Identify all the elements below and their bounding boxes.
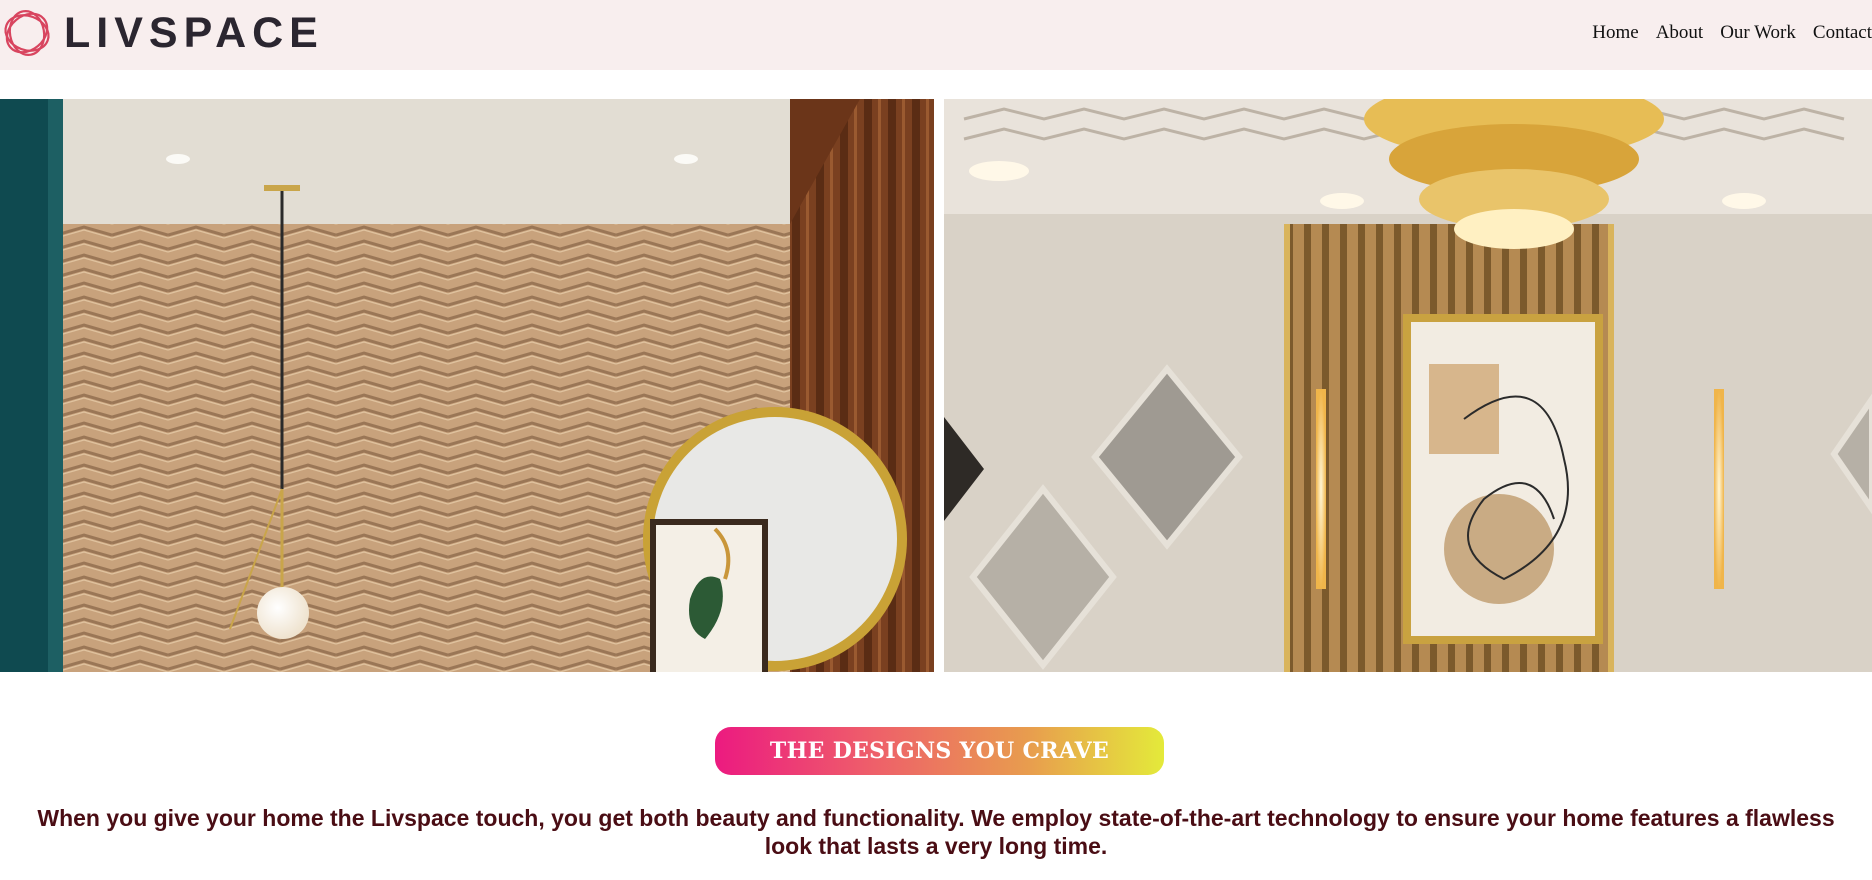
main-nav: Home About Our Work Contact: [1592, 21, 1872, 45]
nav-contact[interactable]: Contact: [1813, 21, 1872, 45]
livspace-logo-icon: [4, 10, 50, 56]
section-description: When you give your home the Livspace tou…: [37, 805, 1835, 859]
hero-image-living-room: [0, 99, 934, 672]
hero-gallery: [0, 99, 1872, 672]
hero-image-foyer: [944, 99, 1872, 672]
section-tagline: THE DESIGNS YOU CRAVE: [715, 727, 1164, 775]
nav-home[interactable]: Home: [1592, 21, 1638, 45]
brand-name: LIVSPACE: [64, 8, 324, 57]
brand-logo[interactable]: LIVSPACE: [0, 4, 324, 62]
site-header: LIVSPACE Home About Our Work Contact: [0, 0, 1872, 70]
nav-about[interactable]: About: [1656, 21, 1704, 45]
nav-our-work[interactable]: Our Work: [1720, 21, 1796, 45]
